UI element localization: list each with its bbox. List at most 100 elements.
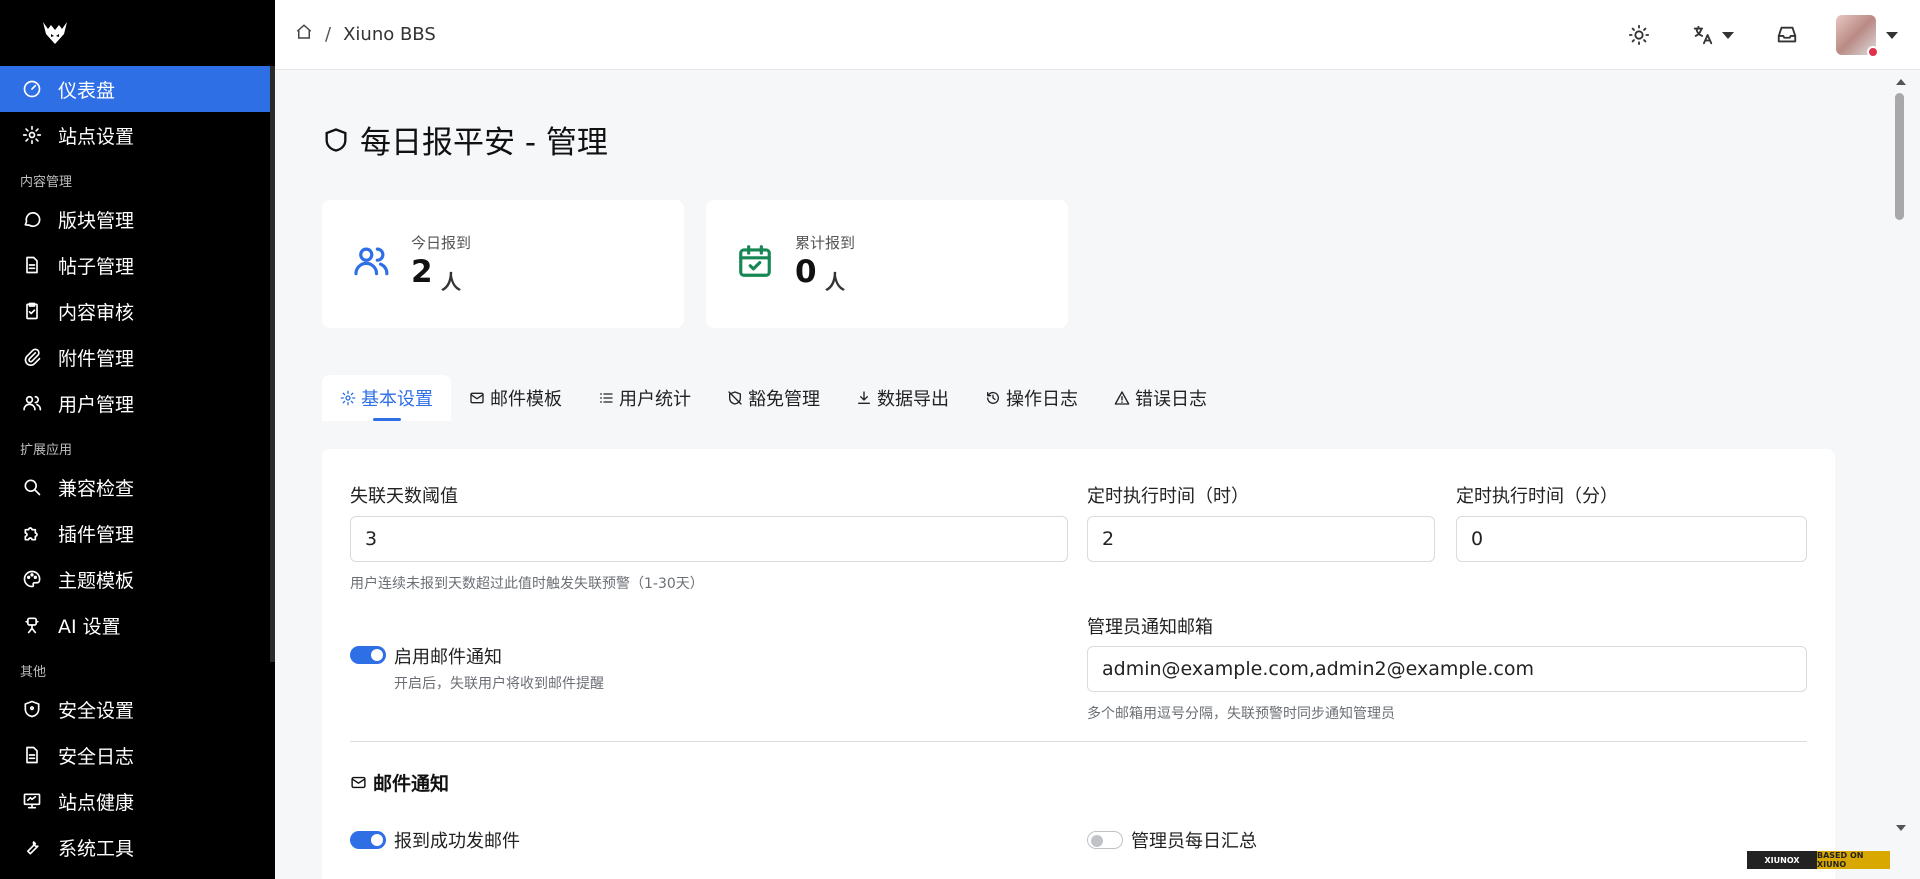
sidebar-item-plugins[interactable]: 插件管理: [0, 510, 275, 556]
sidebar-item-label: 仪表盘: [58, 79, 116, 102]
gear-icon: [22, 125, 42, 145]
sidebar-item-label: 兼容检查: [58, 477, 135, 500]
paperclip-icon: [22, 347, 42, 367]
breadcrumb-separator: /: [325, 24, 332, 45]
sidebar-item-users[interactable]: 用户管理: [0, 380, 275, 426]
users-icon: [22, 393, 42, 413]
language-button[interactable]: [1692, 24, 1734, 46]
page-title: 每日报平安 - 管理: [322, 117, 608, 162]
tab-label: 错误日志: [1135, 389, 1207, 410]
monitor-icon: [22, 791, 42, 811]
topbar-actions: [1628, 0, 1920, 70]
threshold-help: 用户连续未报到天数超过此值时触发失联预警（1-30天）: [350, 576, 704, 592]
sidebar-section-title: 其他: [20, 665, 47, 680]
admin-email-label: 管理员通知邮箱: [1087, 617, 1213, 638]
sidebar-item-label: 内容审核: [58, 301, 135, 324]
users-icon: [352, 242, 390, 280]
shield-off-icon: [728, 391, 742, 405]
scroll-down-arrow-icon[interactable]: [1896, 825, 1906, 831]
palette-icon: [22, 569, 42, 589]
sidebar-item-ai[interactable]: AI 设置: [0, 602, 275, 648]
gear-icon: [340, 390, 356, 406]
tab-user-stats[interactable]: 用户统计: [580, 375, 709, 421]
sidebar-section-title: 内容管理: [20, 175, 73, 190]
status-dot: [1867, 46, 1879, 58]
translate-icon: [1693, 25, 1713, 45]
stat-card-total: 累计报到 0 人: [706, 200, 1068, 328]
logo[interactable]: [0, 0, 275, 66]
sidebar-item-label: 站点健康: [58, 791, 135, 814]
sidebar-item-label: 用户管理: [58, 393, 135, 416]
tab-mail-template[interactable]: 邮件模板: [451, 375, 580, 421]
sidebar-item-label: 安全日志: [58, 745, 135, 768]
sidebar-item-review[interactable]: 内容审核: [0, 288, 275, 334]
stat-value: 2: [411, 254, 433, 290]
sidebar-item-security[interactable]: 安全设置: [0, 686, 275, 732]
avatar: [1836, 15, 1879, 58]
stat-card-today: 今日报到 2 人: [322, 200, 684, 328]
chevron-down-icon: [1886, 31, 1898, 39]
sidebar-item-themes[interactable]: 主题模板: [0, 556, 275, 602]
sidebar-item-label: AI 设置: [58, 615, 121, 638]
sidebar-item-posts[interactable]: 帖子管理: [0, 242, 275, 288]
clipboard-check-icon: [22, 301, 42, 321]
hour-input[interactable]: 2: [1087, 516, 1435, 562]
scroll-up-arrow-icon[interactable]: [1896, 79, 1906, 85]
home-icon[interactable]: [295, 23, 313, 46]
sidebar-item-label: 主题模板: [58, 569, 135, 592]
admin-daily-toggle[interactable]: [1087, 831, 1123, 849]
tab-data-export[interactable]: 数据导出: [838, 375, 967, 421]
sidebar-item-forums[interactable]: 版块管理: [0, 196, 275, 242]
log-icon: [22, 745, 42, 765]
mail-icon: [351, 776, 366, 789]
xiuno-logo: [43, 22, 67, 44]
sidebar-item-label: 站点设置: [58, 125, 135, 148]
sidebar-item-compat[interactable]: 兼容检查: [0, 464, 275, 510]
theme-toggle-button[interactable]: [1628, 24, 1650, 46]
sidebar-item-health[interactable]: 站点健康: [0, 778, 275, 824]
tab-basic-settings[interactable]: 基本设置: [322, 375, 451, 421]
sidebar-item-label: 安全设置: [58, 699, 135, 722]
chat-icon: [22, 209, 42, 229]
sun-icon: [1628, 24, 1650, 46]
tab-operation-log[interactable]: 操作日志: [967, 375, 1096, 421]
minute-input[interactable]: 0: [1456, 516, 1807, 562]
tab-label: 豁免管理: [748, 389, 820, 410]
warning-icon: [1114, 391, 1130, 405]
powered-by-badge[interactable]: XIUNOX BASED ON XIUNO: [1747, 851, 1890, 869]
tab-error-log[interactable]: 错误日志: [1096, 375, 1225, 421]
stat-unit: 人: [441, 270, 461, 294]
email-notify-toggle[interactable]: [350, 646, 386, 664]
admin-email-input[interactable]: admin@example.com,admin2@example.com: [1087, 646, 1807, 692]
history-icon: [987, 391, 999, 404]
email-notify-label: 启用邮件通知: [394, 647, 502, 668]
page-scrollbar[interactable]: [1893, 71, 1907, 837]
sidebar-item-tools[interactable]: 系统工具: [0, 824, 275, 870]
user-menu-button[interactable]: [1836, 15, 1898, 58]
sidebar-item-security-log[interactable]: 安全日志: [0, 732, 275, 778]
sidebar: 仪表盘 站点设置 内容管理 版块管理 帖子管理 内容审核 附件管理 用户管理 扩…: [0, 0, 275, 879]
sidebar-item-attachments[interactable]: 附件管理: [0, 334, 275, 380]
tab-label: 用户统计: [619, 389, 691, 410]
page-title-text: 每日报平安 - 管理: [360, 125, 608, 161]
tools-icon: [22, 837, 42, 857]
tab-exemption[interactable]: 豁免管理: [709, 375, 838, 421]
inbox-button[interactable]: [1776, 24, 1798, 46]
section-title-mail: 邮件通知: [350, 769, 449, 796]
topbar: / Xiuno BBS: [275, 0, 1920, 70]
sidebar-item-label: 帖子管理: [58, 255, 135, 278]
breadcrumb-current[interactable]: Xiuno BBS: [343, 24, 436, 45]
shield-icon: [325, 127, 347, 152]
tab-label: 邮件模板: [490, 389, 562, 410]
checkin-mail-toggle[interactable]: [350, 831, 386, 849]
scroll-thumb[interactable]: [1895, 93, 1904, 220]
tab-label: 基本设置: [361, 389, 433, 410]
sidebar-item-dashboard[interactable]: 仪表盘: [0, 66, 270, 112]
threshold-input[interactable]: 3: [350, 516, 1068, 562]
minute-label: 定时执行时间（分）: [1456, 486, 1618, 507]
tab-label: 数据导出: [877, 389, 949, 410]
stat-unit: 人: [825, 270, 845, 294]
sidebar-item-site-settings[interactable]: 站点设置: [0, 112, 275, 158]
email-notify-help: 开启后，失联用户将收到邮件提醒: [394, 676, 604, 692]
active-tab-indicator: [373, 418, 401, 421]
